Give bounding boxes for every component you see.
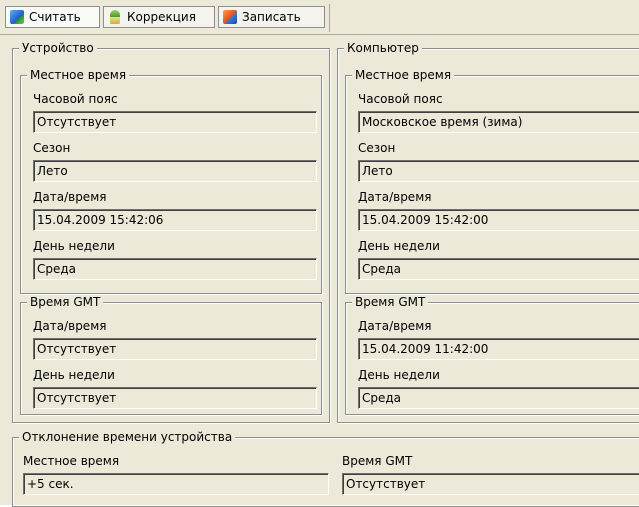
deviation-local-field[interactable]: +5 сек. bbox=[23, 473, 329, 495]
computer-gmt-group: Время GMT Дата/время 15.04.2009 11:42:00… bbox=[345, 295, 639, 415]
computer-local-group: Местное время Часовой пояс Московское вр… bbox=[345, 68, 639, 294]
toolbar: Считать Коррекция Записать bbox=[0, 0, 639, 35]
read-device-icon bbox=[10, 10, 24, 24]
device-gmt-datetime-field[interactable]: Отсутствует bbox=[33, 338, 317, 360]
computer-datetime-label: Дата/время bbox=[358, 190, 432, 204]
computer-timezone-label: Часовой пояс bbox=[358, 92, 443, 106]
device-group: Устройство Местное время Часовой пояс От… bbox=[12, 41, 330, 423]
device-gmt-title: Время GMT bbox=[27, 295, 104, 309]
deviation-gmt-label: Время GMT bbox=[342, 454, 413, 468]
correction-button-label: Коррекция bbox=[127, 10, 196, 24]
device-local-group: Местное время Часовой пояс Отсутствует С… bbox=[20, 68, 322, 294]
write-device-icon bbox=[223, 10, 237, 24]
computer-group: Компьютер Местное время Часовой пояс Мос… bbox=[337, 41, 639, 423]
device-datetime-field[interactable]: 15.04.2009 15:42:06 bbox=[33, 209, 317, 231]
computer-gmt-datetime-label: Дата/время bbox=[358, 319, 432, 333]
computer-gmt-weekday-label: День недели bbox=[358, 368, 440, 382]
device-gmt-group: Время GMT Дата/время Отсутствует День не… bbox=[20, 295, 322, 415]
write-button[interactable]: Записать bbox=[218, 6, 325, 28]
device-datetime-label: Дата/время bbox=[33, 190, 107, 204]
device-weekday-field[interactable]: Среда bbox=[33, 258, 317, 280]
device-season-label: Сезон bbox=[33, 141, 71, 155]
device-group-title: Устройство bbox=[19, 41, 97, 55]
device-gmt-datetime-label: Дата/время bbox=[33, 319, 107, 333]
device-timezone-label: Часовой пояс bbox=[33, 92, 118, 106]
main-window: Считать Коррекция Записать Устройство Ме… bbox=[0, 0, 639, 507]
device-local-title: Местное время bbox=[27, 68, 130, 82]
read-button[interactable]: Считать bbox=[5, 6, 100, 28]
device-gmt-weekday-field[interactable]: Отсутствует bbox=[33, 387, 317, 409]
computer-season-field[interactable]: Лето bbox=[358, 160, 639, 182]
deviation-group-title: Отклонение времени устройства bbox=[19, 430, 236, 444]
device-season-field[interactable]: Лето bbox=[33, 160, 317, 182]
correction-button[interactable]: Коррекция bbox=[103, 6, 215, 28]
toolbar-separator bbox=[329, 4, 330, 32]
device-weekday-label: День недели bbox=[33, 239, 115, 253]
computer-season-label: Сезон bbox=[358, 141, 396, 155]
computer-weekday-field[interactable]: Среда bbox=[358, 258, 639, 280]
device-gmt-weekday-label: День недели bbox=[33, 368, 115, 382]
deviation-local-label: Местное время bbox=[23, 454, 120, 468]
correction-icon bbox=[110, 10, 120, 24]
read-button-label: Считать bbox=[29, 10, 81, 24]
computer-local-title: Местное время bbox=[352, 68, 455, 82]
computer-gmt-weekday-field[interactable]: Среда bbox=[358, 387, 639, 409]
write-button-label: Записать bbox=[242, 10, 301, 24]
computer-group-title: Компьютер bbox=[344, 41, 422, 55]
computer-gmt-title: Время GMT bbox=[352, 295, 429, 309]
computer-gmt-datetime-field[interactable]: 15.04.2009 11:42:00 bbox=[358, 338, 639, 360]
deviation-group: Отклонение времени устройства Местное вр… bbox=[12, 430, 639, 507]
computer-weekday-label: День недели bbox=[358, 239, 440, 253]
device-timezone-field[interactable]: Отсутствует bbox=[33, 111, 317, 133]
deviation-gmt-field[interactable]: Отсутствует bbox=[342, 473, 639, 495]
computer-datetime-field[interactable]: 15.04.2009 15:42:00 bbox=[358, 209, 639, 231]
computer-timezone-field[interactable]: Московское время (зима) bbox=[358, 111, 639, 133]
